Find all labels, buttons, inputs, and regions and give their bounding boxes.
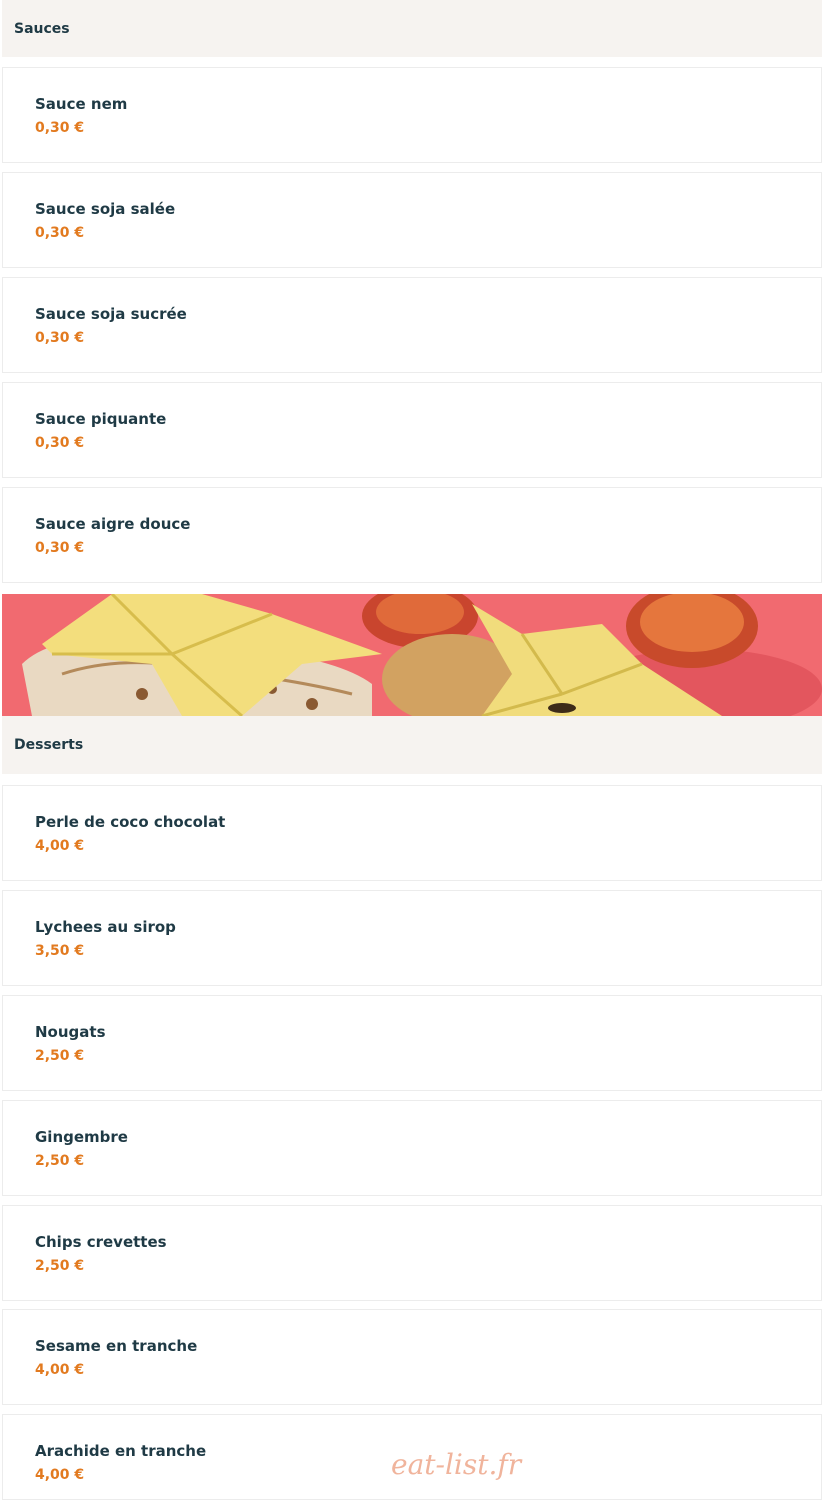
menu-item-chips-crevettes[interactable]: Chips crevettes 2,50 € (2, 1205, 822, 1301)
watermark: eat-list.fr (391, 1448, 522, 1481)
item-name: Chips crevettes (35, 1233, 167, 1251)
section-header-desserts: Desserts (2, 716, 822, 774)
menu-item-gingembre[interactable]: Gingembre 2,50 € (2, 1100, 822, 1196)
item-name: Nougats (35, 1023, 106, 1041)
item-price: 0,30 € (35, 330, 85, 346)
desserts-banner-image (2, 594, 822, 716)
item-name: Sesame en tranche (35, 1337, 198, 1355)
item-price: 4,00 € (35, 1467, 85, 1483)
menu-item-sesame-en-tranche[interactable]: Sesame en tranche 4,00 € (2, 1309, 822, 1405)
menu-item-sauce-aigre-douce[interactable]: Sauce aigre douce 0,30 € (2, 487, 822, 583)
dessert-photo-illustration (2, 594, 822, 716)
item-name: Sauce soja salée (35, 200, 176, 218)
item-price: 0,30 € (35, 435, 85, 451)
section-header-sauces: Sauces (2, 0, 822, 57)
item-name: Lychees au sirop (35, 918, 176, 936)
item-name: Sauce nem (35, 95, 128, 113)
menu-page: Sauces Sauce nem 0,30 € Sauce soja salée… (0, 0, 823, 1500)
item-price: 3,50 € (35, 943, 85, 959)
item-price: 4,00 € (35, 838, 85, 854)
item-name: Sauce piquante (35, 410, 167, 428)
section-title-sauces: Sauces (14, 20, 70, 37)
item-price: 0,30 € (35, 225, 85, 241)
item-name: Arachide en tranche (35, 1442, 207, 1460)
item-name: Sauce aigre douce (35, 515, 191, 533)
item-name: Perle de coco chocolat (35, 813, 226, 831)
menu-item-sauce-piquante[interactable]: Sauce piquante 0,30 € (2, 382, 822, 478)
menu-item-sauce-soja-sucree[interactable]: Sauce soja sucrée 0,30 € (2, 277, 822, 373)
menu-item-sauce-soja-salee[interactable]: Sauce soja salée 0,30 € (2, 172, 822, 268)
item-price: 0,30 € (35, 540, 85, 556)
menu-item-sauce-nem[interactable]: Sauce nem 0,30 € (2, 67, 822, 163)
menu-item-perle-de-coco-chocolat[interactable]: Perle de coco chocolat 4,00 € (2, 785, 822, 881)
item-name: Gingembre (35, 1128, 128, 1146)
item-price: 2,50 € (35, 1258, 85, 1274)
section-title-desserts: Desserts (14, 737, 84, 753)
item-price: 2,50 € (35, 1048, 85, 1064)
menu-item-lychees-au-sirop[interactable]: Lychees au sirop 3,50 € (2, 890, 822, 986)
menu-item-nougats[interactable]: Nougats 2,50 € (2, 995, 822, 1091)
item-price: 2,50 € (35, 1153, 85, 1169)
item-price: 0,30 € (35, 120, 85, 136)
item-price: 4,00 € (35, 1362, 85, 1378)
item-name: Sauce soja sucrée (35, 305, 187, 323)
